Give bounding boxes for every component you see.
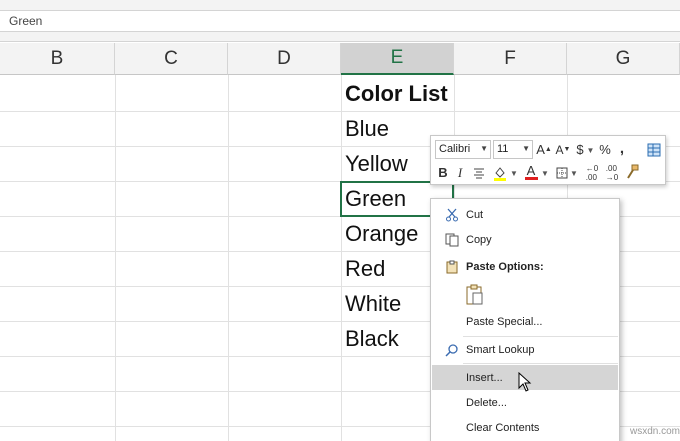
decrease-decimal-icon[interactable]: .00 →0: [603, 163, 621, 182]
column-header-g-label: G: [615, 47, 631, 69]
menu-item-copy[interactable]: Copy: [432, 227, 618, 252]
font-name-dropdown[interactable]: Calibri ▼: [435, 140, 491, 159]
chevron-down-icon: ▼: [480, 144, 488, 153]
search-icon: [442, 340, 462, 360]
font-color-icon[interactable]: A: [523, 162, 539, 181]
cell-e3[interactable]: Yellow: [345, 151, 408, 177]
bold-label: B: [438, 165, 448, 180]
paste-icon[interactable]: [463, 283, 487, 307]
menu-item-smart-lookup[interactable]: Smart Lookup: [432, 337, 618, 362]
column-header-b[interactable]: B: [0, 43, 115, 75]
font-name-value: Calibri: [439, 143, 471, 155]
currency-label: $: [576, 142, 584, 157]
percent-label: %: [599, 142, 611, 157]
column-header-f[interactable]: F: [454, 43, 567, 75]
menu-item-copy-label: Copy: [466, 233, 492, 246]
cell-e7[interactable]: White: [345, 291, 401, 317]
formula-bar[interactable]: Green: [0, 10, 680, 32]
context-menu: Cut Copy Paste Options: Paste Special...…: [430, 198, 620, 441]
chevron-down-icon: ▼: [522, 144, 530, 153]
menu-item-insert-label: Insert...: [466, 371, 503, 384]
menu-item-cut-label: Cut: [466, 208, 484, 221]
column-header-d-label: D: [277, 47, 291, 69]
scissors-icon: [442, 205, 462, 225]
column-header-g[interactable]: G: [567, 43, 680, 75]
bold-button[interactable]: B: [436, 163, 450, 182]
currency-button[interactable]: $: [574, 140, 586, 159]
column-header-e-label: E: [390, 47, 404, 68]
cell-e8[interactable]: Black: [345, 326, 399, 352]
column-header-f-label: F: [504, 47, 516, 69]
cell-e6[interactable]: Red: [345, 256, 385, 282]
excel-window: Green B C D E F G Color List Blue Yellow…: [0, 0, 680, 441]
column-header-b-label: B: [50, 47, 64, 69]
clipboard-icon: [442, 257, 462, 277]
chevron-down-icon[interactable]: ▼: [570, 164, 578, 183]
column-header-c-label: C: [164, 47, 178, 69]
chevron-down-icon[interactable]: ▼: [541, 164, 549, 183]
menu-item-cut[interactable]: Cut: [432, 202, 618, 227]
ribbon-edge: [0, 0, 680, 10]
italic-label: I: [457, 164, 463, 180]
comma-style-button[interactable]: ,: [616, 139, 628, 158]
formula-bar-gap: [0, 32, 680, 42]
mouse-cursor-icon: [518, 372, 532, 392]
formula-bar-value: Green: [9, 14, 43, 28]
copy-icon: [442, 230, 462, 250]
cell-e2[interactable]: Blue: [345, 116, 389, 142]
menu-item-delete-label: Delete...: [466, 396, 507, 409]
column-header-d[interactable]: D: [228, 43, 341, 75]
fill-color-icon[interactable]: [491, 163, 509, 182]
increase-decimal-icon[interactable]: ←0.00: [583, 163, 601, 182]
font-size-dropdown[interactable]: 11 ▼: [493, 140, 533, 159]
chevron-down-icon[interactable]: ▼: [510, 164, 518, 183]
font-size-value: 11: [497, 143, 509, 155]
format-as-table-icon[interactable]: [646, 140, 662, 159]
grid-line: [228, 75, 229, 441]
mini-toolbar: Calibri ▼ 11 ▼ A ▲ A ▼ $ ▼ % , B I ▼ A ▼…: [430, 135, 666, 185]
format-painter-icon[interactable]: [623, 162, 641, 181]
align-center-icon[interactable]: [471, 163, 487, 182]
menu-item-clear-contents-label: Clear Contents: [466, 421, 540, 434]
font-color-label: A: [526, 162, 536, 178]
chevron-down-icon[interactable]: ▼: [586, 141, 595, 160]
cell-e5[interactable]: Orange: [345, 221, 418, 247]
menu-item-paste-special-label: Paste Special...: [466, 315, 543, 328]
highlight-swatch: [494, 177, 506, 181]
grid-line: [341, 75, 342, 441]
comma-label: ,: [619, 140, 625, 157]
menu-item-smart-lookup-label: Smart Lookup: [466, 343, 535, 356]
increase-font-size-icon[interactable]: A ▲: [536, 140, 552, 159]
column-header-c[interactable]: C: [115, 43, 228, 75]
paste-options-header: Paste Options:: [432, 254, 618, 279]
borders-icon[interactable]: [554, 163, 570, 182]
menu-separator: [463, 363, 618, 364]
watermark: wsxdn.com: [630, 426, 680, 437]
font-color-swatch: [524, 176, 538, 180]
cell-e1[interactable]: Color List: [345, 81, 448, 107]
menu-item-delete[interactable]: Delete...: [432, 390, 618, 415]
percent-button[interactable]: %: [597, 140, 613, 159]
grid-line: [115, 75, 116, 441]
paste-options-label: Paste Options:: [466, 260, 544, 273]
decrease-font-size-icon[interactable]: A ▼: [555, 140, 571, 159]
column-header-e[interactable]: E: [341, 43, 454, 75]
menu-item-clear-contents[interactable]: Clear Contents: [432, 415, 618, 440]
italic-button[interactable]: I: [453, 163, 467, 182]
menu-item-paste-special[interactable]: Paste Special...: [432, 309, 618, 334]
grid-line: [0, 111, 680, 112]
